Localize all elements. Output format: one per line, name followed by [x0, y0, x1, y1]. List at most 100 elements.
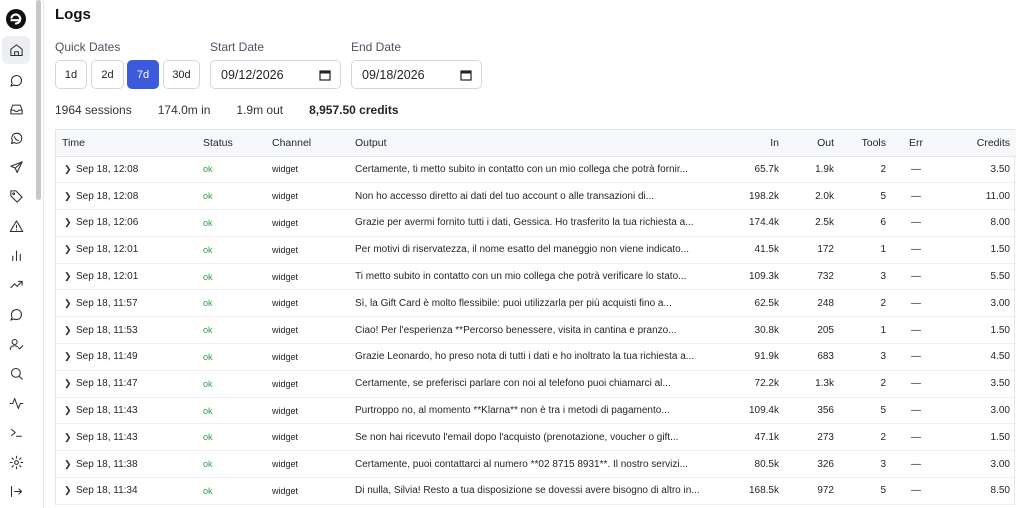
- row-credits: 5.50: [940, 263, 1016, 291]
- whatsapp-icon[interactable]: [2, 124, 30, 152]
- start-date-label: Start Date: [210, 40, 265, 54]
- tokens-in: 174.0m in: [157, 103, 211, 117]
- inbox-icon[interactable]: [2, 95, 30, 123]
- row-credits: 1.50: [940, 316, 1016, 345]
- terminal-icon[interactable]: [2, 418, 30, 446]
- header-err[interactable]: Err: [892, 130, 940, 157]
- row-status: ok: [197, 209, 266, 237]
- message-circle-icon[interactable]: [2, 300, 30, 328]
- table-row[interactable]: ❯ Sep 18, 11:53 ok widget Ciao! Per l'esperi…: [56, 316, 1016, 345]
- chevron-right-icon[interactable]: ❯: [64, 191, 72, 202]
- chevron-right-icon[interactable]: ❯: [64, 325, 72, 336]
- row-channel: widget: [266, 236, 349, 264]
- quick-date-30d-button[interactable]: 30d: [163, 60, 200, 89]
- chevron-right-icon[interactable]: ❯: [64, 271, 72, 282]
- row-credits: 3.00: [940, 397, 1016, 425]
- row-in: 109.4k: [732, 397, 785, 425]
- chevron-right-icon[interactable]: ❯: [64, 405, 72, 416]
- chevron-right-icon[interactable]: ❯: [64, 432, 72, 443]
- row-tools: 3: [840, 343, 892, 371]
- row-time: Sep 18, 11:43: [76, 431, 138, 443]
- header-output[interactable]: Output: [349, 130, 732, 157]
- header-out[interactable]: Out: [785, 130, 840, 157]
- calendar-icon[interactable]: [319, 69, 331, 81]
- search-icon[interactable]: [2, 359, 30, 387]
- row-credits: 3.00: [940, 289, 1016, 318]
- chevron-right-icon[interactable]: ❯: [64, 298, 72, 309]
- row-tools: 5: [840, 397, 892, 425]
- table-row[interactable]: ❯ Sep 18, 12:06 ok widget Grazie per avermi …: [56, 209, 1016, 237]
- row-status: ok: [197, 156, 266, 184]
- row-err: —: [892, 477, 940, 505]
- table-row[interactable]: ❯ Sep 18, 11:43 ok widget Se non hai ricevut…: [56, 423, 1016, 452]
- table-row[interactable]: ❯ Sep 18, 12:01 ok widget Ti metto subito in…: [56, 263, 1016, 291]
- table-row[interactable]: ❯ Sep 18, 11:43 ok widget Purtroppo no, al m…: [56, 397, 1016, 425]
- row-err: —: [892, 209, 940, 237]
- settings-icon[interactable]: [2, 448, 30, 476]
- table-row[interactable]: ❯ Sep 18, 12:01 ok widget Per motivi di rise…: [56, 236, 1016, 264]
- sessions-count: 1964 sessions: [55, 103, 132, 117]
- sidebar-scrollbar[interactable]: [36, 0, 41, 200]
- send-icon[interactable]: [2, 153, 30, 181]
- start-date-input[interactable]: 09/12/2026: [210, 60, 341, 89]
- header-channel[interactable]: Channel: [266, 130, 349, 157]
- table-row[interactable]: ❯ Sep 18, 11:57 ok widget Sì, la Gift Card è…: [56, 289, 1016, 318]
- header-time[interactable]: Time: [56, 130, 197, 157]
- row-in: 62.5k: [732, 289, 785, 318]
- row-channel: widget: [266, 289, 349, 318]
- row-in: 109.3k: [732, 263, 785, 291]
- row-channel: widget: [266, 450, 349, 479]
- table-row[interactable]: ❯ Sep 18, 11:34 ok widget Di nulla, Silvia! …: [56, 477, 1016, 505]
- chat-bubble-icon[interactable]: [2, 66, 30, 94]
- warning-icon[interactable]: [2, 212, 30, 240]
- end-date-value: 09/18/2026: [362, 67, 425, 82]
- chevron-right-icon[interactable]: ❯: [64, 459, 72, 470]
- row-in: 72.2k: [732, 370, 785, 398]
- calendar-icon[interactable]: [460, 69, 472, 81]
- table-row[interactable]: ❯ Sep 18, 11:38 ok widget Certamente, puoi c…: [56, 450, 1016, 479]
- quick-date-2d-button[interactable]: 2d: [91, 60, 124, 89]
- header-credits[interactable]: Credits: [940, 130, 1016, 157]
- table-row[interactable]: ❯ Sep 18, 12:08 ok widget Certamente, ti met…: [56, 156, 1016, 184]
- header-status[interactable]: Status: [197, 130, 266, 157]
- tag-icon[interactable]: [2, 182, 30, 210]
- header-tools[interactable]: Tools: [840, 130, 892, 157]
- chevron-right-icon[interactable]: ❯: [64, 485, 72, 496]
- logout-icon[interactable]: [2, 477, 30, 505]
- header-in[interactable]: In: [732, 130, 785, 157]
- table-row[interactable]: ❯ Sep 18, 11:47 ok widget Certamente, se pre…: [56, 370, 1016, 398]
- row-err: —: [892, 450, 940, 479]
- row-err: —: [892, 236, 940, 264]
- row-credits: 4.50: [940, 343, 1016, 371]
- end-date-input[interactable]: 09/18/2026: [351, 60, 482, 89]
- bar-chart-icon[interactable]: [2, 241, 30, 269]
- table-row[interactable]: ❯ Sep 18, 12:08 ok widget Non ho accesso dir…: [56, 182, 1016, 211]
- chevron-right-icon[interactable]: ❯: [64, 378, 72, 389]
- row-out: 326: [785, 450, 840, 479]
- row-time-cell: ❯ Sep 18, 11:43: [56, 397, 197, 425]
- quick-date-7d-button[interactable]: 7d: [127, 60, 159, 89]
- activity-icon[interactable]: [2, 389, 30, 417]
- app-logo-icon[interactable]: [5, 8, 27, 30]
- row-channel: widget: [266, 182, 349, 211]
- stats-summary: 1964 sessions 174.0m in 1.9m out 8,957.5…: [55, 103, 425, 117]
- sidebar: [0, 0, 32, 508]
- sidebar-divider: [43, 0, 44, 508]
- row-output: Grazie Leonardo, ho preso nota di tutti …: [349, 343, 732, 371]
- chevron-right-icon[interactable]: ❯: [64, 244, 72, 255]
- row-time: Sep 18, 12:01: [76, 271, 139, 283]
- chevron-right-icon[interactable]: ❯: [64, 217, 72, 228]
- tokens-out: 1.9m out: [236, 103, 284, 117]
- trending-icon[interactable]: [2, 270, 30, 298]
- row-output: Ti metto subito in contatto con un mio c…: [349, 263, 732, 291]
- quick-date-1d-button[interactable]: 1d: [55, 60, 87, 89]
- chevron-right-icon[interactable]: ❯: [64, 351, 72, 362]
- row-credits: 3.00: [940, 450, 1016, 479]
- row-out: 205: [785, 316, 840, 345]
- home-icon[interactable]: [2, 36, 30, 64]
- row-out: 273: [785, 423, 840, 452]
- chevron-right-icon[interactable]: ❯: [64, 164, 72, 175]
- user-check-icon[interactable]: [2, 330, 30, 358]
- row-credits: 1.50: [940, 236, 1016, 264]
- table-row[interactable]: ❯ Sep 18, 11:49 ok widget Grazie Leonardo, h…: [56, 343, 1016, 371]
